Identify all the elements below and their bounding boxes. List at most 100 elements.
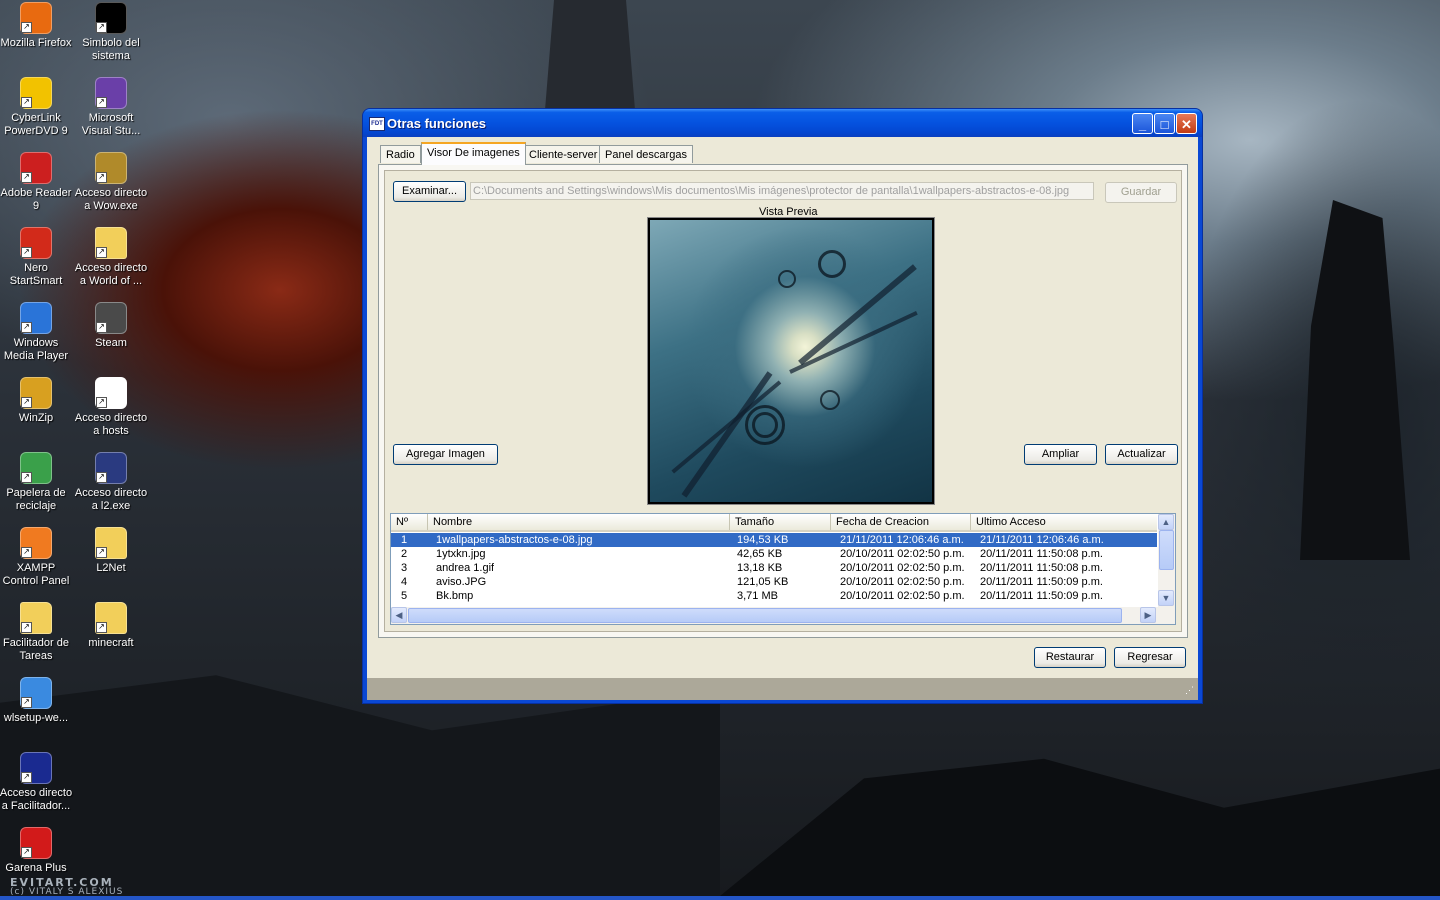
examinar-button[interactable]: Examinar...: [393, 181, 466, 202]
desktop-icon[interactable]: ↗ minecraft: [73, 602, 149, 650]
desktop-icon[interactable]: ↗ Mozilla Firefox: [0, 2, 74, 50]
desktop-icon-label: WinZip: [18, 412, 54, 424]
desktop-icon-label: Steam: [95, 337, 127, 349]
desktop-icon[interactable]: ↗ Nero StartSmart: [0, 227, 74, 288]
cell-size: 13,18 KB: [737, 562, 783, 574]
actualizar-button[interactable]: Actualizar: [1105, 444, 1178, 465]
horizontal-scrollbar[interactable]: ◀ ▶: [391, 607, 1175, 624]
shortcut-arrow-icon: ↗: [21, 847, 32, 858]
preview-artwork: [650, 220, 932, 502]
maximize-button[interactable]: □: [1154, 113, 1175, 134]
windows-logo-icon: ↗: [20, 677, 52, 709]
cell-size: 42,65 KB: [737, 548, 783, 560]
title-bar[interactable]: FDT Otras funciones _ □ ✕: [363, 109, 1202, 137]
resize-grip-icon[interactable]: ⋰: [1185, 685, 1194, 696]
guardar-button[interactable]: Guardar: [1105, 182, 1177, 203]
desktop-icon-label: Acceso directo a hosts: [74, 412, 148, 437]
desktop-icon[interactable]: ↗ L2Net: [73, 527, 149, 575]
table-row[interactable]: 5 Bk.bmp 3,71 MB 20/10/2011 02:02:50 p.m. 20…: [391, 589, 1157, 603]
media-player-icon: ↗: [20, 302, 52, 334]
cell-accessed: 20/11/2011 11:50:08 p.m.: [980, 562, 1103, 574]
app-icon: FDT: [369, 117, 385, 131]
column-header-accessed[interactable]: Ultimo Acceso: [971, 514, 1157, 530]
column-header-number[interactable]: Nº: [391, 514, 428, 530]
vertical-scroll-thumb[interactable]: [1159, 530, 1174, 570]
xampp-icon: ↗: [20, 527, 52, 559]
taskbar-edge: [0, 896, 1440, 900]
agregar-imagen-button[interactable]: Agregar Imagen: [393, 444, 498, 465]
vertical-scrollbar[interactable]: ▲ ▼: [1158, 514, 1175, 607]
desktop-icon[interactable]: ↗ WinZip: [0, 377, 74, 425]
desktop-icon-label: Garena Plus: [5, 862, 67, 874]
garena-icon: ↗: [20, 827, 52, 859]
desktop-icon[interactable]: ↗ XAMPP Control Panel: [0, 527, 74, 588]
desktop-icon-label: Acceso directo a l2.exe: [74, 487, 148, 512]
desktop-icon-label: Acceso directo a Facilitador...: [0, 787, 73, 812]
folder-icon: ↗: [95, 602, 127, 634]
desktop-icon[interactable]: ↗ Steam: [73, 302, 149, 350]
cell-name: Bk.bmp: [436, 590, 474, 602]
desktop-icon[interactable]: ↗ Acceso directo a Wow.exe: [73, 152, 149, 213]
nero-icon: ↗: [20, 227, 52, 259]
desktop-icon[interactable]: ↗ Acceso directo a l2.exe: [73, 452, 149, 513]
scroll-left-icon[interactable]: ◀: [391, 607, 407, 623]
tab-visor-de-imagenes[interactable]: Visor De imagenes: [421, 142, 526, 165]
table-row[interactable]: 3 andrea 1.gif 13,18 KB 20/10/2011 02:02:50…: [391, 561, 1157, 575]
winzip-icon: ↗: [20, 377, 52, 409]
cmd-icon: ↗: [95, 2, 127, 34]
desktop-icon[interactable]: ↗ Microsoft Visual Stu...: [73, 77, 149, 138]
wallpaper-cliff: [720, 758, 1440, 896]
cell-size: 194,53 KB: [737, 534, 789, 546]
table-row[interactable]: 4 aviso.JPG 121,05 KB 20/10/2011 02:02:50 p…: [391, 575, 1157, 589]
scroll-up-icon[interactable]: ▲: [1158, 514, 1174, 530]
desktop-icon[interactable]: ↗ wlsetup-we...: [0, 677, 74, 725]
column-header-created[interactable]: Fecha de Creacion: [831, 514, 971, 530]
cell-name: aviso.JPG: [436, 576, 487, 588]
desktop-icon[interactable]: ↗ Acceso directo a Facilitador...: [0, 752, 74, 813]
shortcut-arrow-icon: ↗: [21, 322, 32, 333]
desktop-icon-label: Acceso directo a Wow.exe: [74, 187, 148, 212]
desktop-icon[interactable]: ↗ Adobe Reader 9: [0, 152, 74, 213]
table-row[interactable]: 1 1wallpapers-abstractos-e-08.jpg 194,53 K…: [391, 533, 1157, 547]
desktop-icon[interactable]: ↗ Acceso directo a World of ...: [73, 227, 149, 288]
path-field[interactable]: C:\Documents and Settings\windows\Mis do…: [470, 182, 1094, 200]
desktop-icon[interactable]: ↗ Windows Media Player: [0, 302, 74, 363]
cell-created: 20/10/2011 02:02:50 p.m.: [840, 562, 965, 574]
tab-radio[interactable]: Radio: [380, 145, 421, 163]
desktop-icon[interactable]: ↗ Papelera de reciclaje: [0, 452, 74, 513]
ampliar-button[interactable]: Ampliar: [1024, 444, 1097, 465]
scroll-down-icon[interactable]: ▼: [1158, 590, 1174, 606]
desktop-icon[interactable]: ↗ Garena Plus: [0, 827, 74, 875]
tab-panel: Examinar... C:\Documents and Settings\wi…: [378, 164, 1188, 638]
shortcut-arrow-icon: ↗: [21, 772, 32, 783]
desktop-icon[interactable]: ↗ CyberLink PowerDVD 9: [0, 77, 74, 138]
horizontal-scroll-thumb[interactable]: [408, 608, 1122, 623]
folder-icon: ↗: [20, 602, 52, 634]
table-row[interactable]: 2 1ytxkn.jpg 42,65 KB 20/10/2011 02:02:50 p…: [391, 547, 1157, 561]
column-header-size[interactable]: Tamaño: [730, 514, 831, 530]
desktop-icon-label: Facilitador de Tareas: [2, 637, 70, 662]
cell-name: andrea 1.gif: [436, 562, 495, 574]
scroll-right-icon[interactable]: ▶: [1140, 607, 1156, 623]
cell-n: 3: [401, 562, 408, 574]
shortcut-arrow-icon: ↗: [21, 397, 32, 408]
desktop-icon[interactable]: ↗ Acceso directo a hosts: [73, 377, 149, 438]
shortcut-arrow-icon: ↗: [96, 472, 107, 483]
fdt-icon: ↗: [20, 752, 52, 784]
cell-n: 5: [401, 590, 408, 602]
tab-cliente-server[interactable]: Cliente-server: [523, 145, 604, 163]
tab-panel-descargas[interactable]: Panel descargas: [599, 145, 693, 163]
file-list[interactable]: Nº Nombre Tamaño Fecha de Creacion Ultim…: [390, 513, 1176, 625]
regresar-button[interactable]: Regresar: [1114, 647, 1186, 668]
file-list-header: Nº Nombre Tamaño Fecha de Creacion Ultim…: [391, 514, 1157, 532]
minimize-button[interactable]: _: [1132, 113, 1153, 134]
recycle-bin-icon: ↗: [20, 452, 52, 484]
cell-created: 20/10/2011 02:02:50 p.m.: [840, 576, 965, 588]
restaurar-button[interactable]: Restaurar: [1034, 647, 1106, 668]
close-button[interactable]: ✕: [1176, 113, 1197, 134]
desktop-icon-label: L2Net: [96, 562, 126, 574]
column-header-name[interactable]: Nombre: [428, 514, 730, 530]
desktop-icon[interactable]: ↗ Facilitador de Tareas: [0, 602, 74, 663]
desktop-icon[interactable]: ↗ Simbolo del sistema: [73, 2, 149, 63]
desktop-icon-label: wlsetup-we...: [3, 712, 69, 724]
